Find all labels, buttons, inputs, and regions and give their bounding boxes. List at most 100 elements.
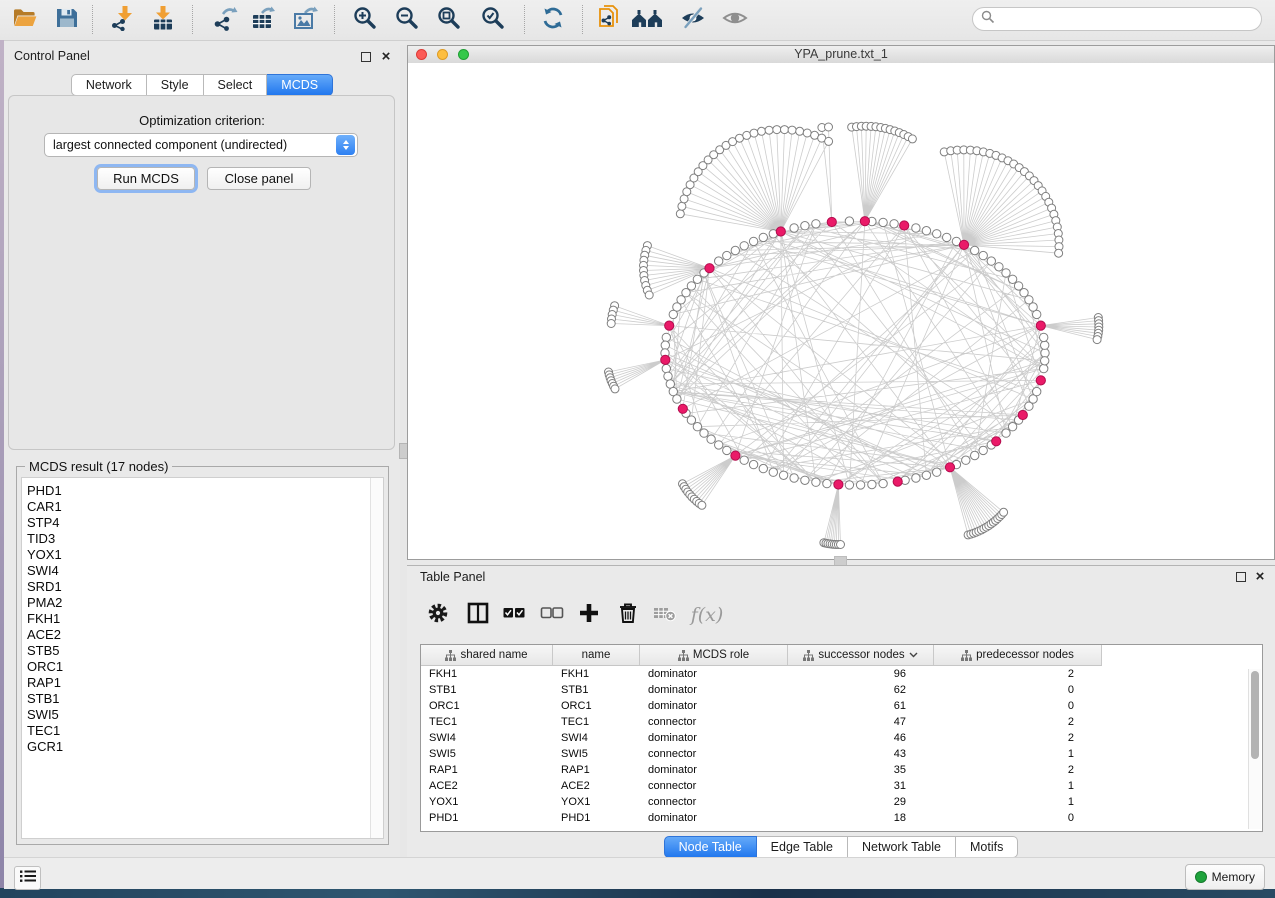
open-file-button[interactable] xyxy=(8,4,42,36)
network-node[interactable] xyxy=(723,251,731,259)
list-item[interactable]: SWI5 xyxy=(22,707,383,723)
import-table-button[interactable] xyxy=(146,4,180,36)
network-node[interactable] xyxy=(759,233,767,241)
network-node[interactable] xyxy=(707,435,715,443)
network-node[interactable] xyxy=(1041,357,1049,365)
network-node[interactable] xyxy=(664,372,672,380)
network-graph-svg[interactable] xyxy=(408,63,1274,559)
column-header-successor-nodes[interactable]: successor nodes xyxy=(788,645,934,665)
network-node[interactable] xyxy=(788,126,796,134)
mcds-node[interactable] xyxy=(1018,410,1027,419)
network-node[interactable] xyxy=(801,476,809,484)
network-node[interactable] xyxy=(765,126,773,134)
search-field[interactable] xyxy=(972,7,1262,31)
network-node[interactable] xyxy=(790,224,798,232)
network-node[interactable] xyxy=(995,263,1003,271)
network-node[interactable] xyxy=(801,222,809,230)
network-node[interactable] xyxy=(908,135,916,143)
run-mcds-button[interactable]: Run MCDS xyxy=(97,167,195,190)
network-node[interactable] xyxy=(979,251,987,259)
column-header-name[interactable]: name xyxy=(553,645,640,665)
show-panels-button[interactable] xyxy=(14,866,41,890)
network-node[interactable] xyxy=(912,224,920,232)
network-node[interactable] xyxy=(661,341,669,349)
table-row[interactable]: FKH1FKH1dominator962 xyxy=(421,666,1262,682)
network-node[interactable] xyxy=(673,395,681,403)
table-scrollbar-thumb[interactable] xyxy=(1251,671,1259,759)
network-node[interactable] xyxy=(845,217,853,225)
network-node[interactable] xyxy=(971,451,979,459)
network-node[interactable] xyxy=(773,126,781,134)
network-node[interactable] xyxy=(979,446,987,454)
control-panel-close-button[interactable]: × xyxy=(378,49,394,65)
mcds-node[interactable] xyxy=(827,217,836,226)
mcds-node[interactable] xyxy=(834,480,843,489)
network-node[interactable] xyxy=(922,471,930,479)
mcds-node[interactable] xyxy=(959,240,968,249)
network-node[interactable] xyxy=(812,220,820,228)
tab-motifs[interactable]: Motifs xyxy=(956,836,1018,858)
network-window-titlebar[interactable]: YPA_prune.txt_1 xyxy=(408,46,1274,64)
network-node[interactable] xyxy=(1008,423,1016,431)
export-network-button[interactable] xyxy=(208,4,242,36)
tab-mcds[interactable]: MCDS xyxy=(267,74,333,96)
network-node[interactable] xyxy=(1002,269,1010,277)
network-node[interactable] xyxy=(749,460,757,468)
network-node[interactable] xyxy=(779,471,787,479)
zoom-selected-button[interactable] xyxy=(476,4,510,36)
network-node[interactable] xyxy=(715,257,723,265)
list-item[interactable]: CAR1 xyxy=(22,499,383,515)
save-session-button[interactable] xyxy=(50,4,84,36)
network-node[interactable] xyxy=(879,218,887,226)
network-node[interactable] xyxy=(759,464,767,472)
network-node[interactable] xyxy=(825,137,833,145)
network-node[interactable] xyxy=(740,456,748,464)
network-node[interactable] xyxy=(856,481,864,489)
tab-select[interactable]: Select xyxy=(204,74,268,96)
network-node[interactable] xyxy=(825,123,833,131)
column-header-shared-name[interactable]: shared name xyxy=(421,645,553,665)
network-node[interactable] xyxy=(868,480,876,488)
network-node[interactable] xyxy=(912,474,920,482)
network-node[interactable] xyxy=(962,456,970,464)
control-panel-float-button[interactable] xyxy=(358,49,374,65)
network-node[interactable] xyxy=(611,385,619,393)
table-row[interactable]: ORC1ORC1dominator610 xyxy=(421,698,1262,714)
table-scrollbar[interactable] xyxy=(1248,669,1261,829)
list-item[interactable]: PHD1 xyxy=(22,483,383,499)
network-node[interactable] xyxy=(803,129,811,137)
tab-edge-table[interactable]: Edge Table xyxy=(757,836,848,858)
network-node[interactable] xyxy=(700,429,708,437)
network-node[interactable] xyxy=(676,210,684,218)
tab-node-table[interactable]: Node Table xyxy=(664,836,757,858)
network-node[interactable] xyxy=(1041,341,1049,349)
list-item[interactable]: STB1 xyxy=(22,691,383,707)
search-input[interactable] xyxy=(995,11,1261,27)
table-row[interactable]: TEC1TEC1connector472 xyxy=(421,714,1262,730)
share-document-button[interactable] xyxy=(592,4,626,36)
network-node[interactable] xyxy=(879,479,887,487)
mcds-node[interactable] xyxy=(992,437,1001,446)
deselect-all-button[interactable] xyxy=(537,600,567,630)
import-network-button[interactable] xyxy=(106,4,140,36)
refresh-button[interactable] xyxy=(536,4,570,36)
clear-columns-button[interactable] xyxy=(650,600,680,630)
network-node[interactable] xyxy=(749,237,757,245)
hide-annotations-button[interactable] xyxy=(676,4,710,36)
show-annotations-button[interactable] xyxy=(718,4,752,36)
list-item[interactable]: SWI4 xyxy=(22,563,383,579)
table-panel-close-button[interactable]: × xyxy=(1252,569,1268,585)
network-node[interactable] xyxy=(1040,364,1048,372)
list-item[interactable]: YOX1 xyxy=(22,547,383,563)
export-table-button[interactable] xyxy=(246,4,280,36)
network-node[interactable] xyxy=(933,468,941,476)
network-node[interactable] xyxy=(812,478,820,486)
add-button[interactable] xyxy=(574,600,604,630)
tab-style[interactable]: Style xyxy=(147,74,204,96)
mcds-node[interactable] xyxy=(945,463,954,472)
network-node[interactable] xyxy=(933,230,941,238)
network-node[interactable] xyxy=(1093,336,1101,344)
network-node[interactable] xyxy=(890,220,898,228)
mcds-node[interactable] xyxy=(776,227,785,236)
optimization-criterion-select[interactable]: largest connected component (undirected) xyxy=(44,133,358,157)
